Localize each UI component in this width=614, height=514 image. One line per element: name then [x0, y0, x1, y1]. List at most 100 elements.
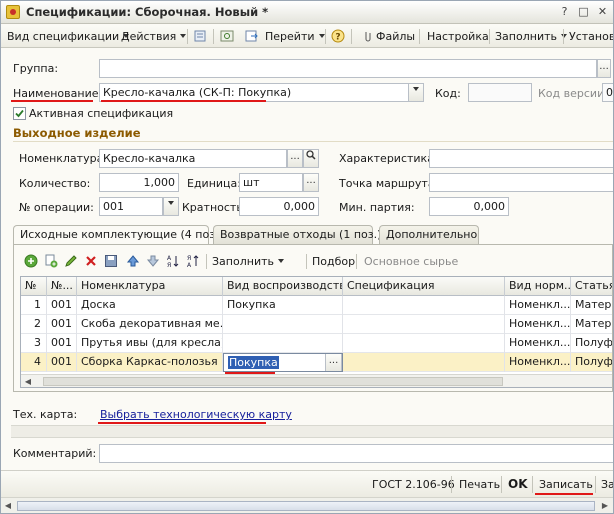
- col-header-item[interactable]: Статья: [571, 277, 612, 296]
- version-label: Код версии:: [538, 87, 608, 100]
- operation-field[interactable]: 001: [99, 197, 163, 216]
- tab-returnable-waste[interactable]: Возвратные отходы (1 поз.): [213, 225, 381, 245]
- col-header-kind[interactable]: Вид воспроизводства: [223, 277, 343, 296]
- code-label: Код:: [435, 87, 461, 100]
- delete-icon[interactable]: [84, 254, 98, 268]
- bottom-separator: [501, 476, 502, 493]
- splitter-bar[interactable]: [11, 425, 613, 438]
- toolbar-separator: [187, 29, 188, 44]
- cell-spec: [343, 334, 505, 353]
- scroll-left-icon[interactable]: ◀: [21, 375, 35, 387]
- cell-kind-selected-text[interactable]: Покупка: [228, 356, 279, 369]
- goto-icon[interactable]: [245, 29, 259, 43]
- multiplicity-field[interactable]: 0,000: [239, 197, 319, 216]
- close-button[interactable]: За: [601, 477, 613, 492]
- cell-kind-editor[interactable]: Покупка ...: [223, 353, 343, 372]
- group-select-button[interactable]: ...: [597, 59, 611, 78]
- nomenclature-open-button[interactable]: [303, 149, 319, 168]
- fill-menu[interactable]: Заполнить: [495, 29, 567, 44]
- select-techcard-link[interactable]: Выбрать технологическую карту: [100, 408, 292, 421]
- ok-button[interactable]: OK: [508, 477, 528, 492]
- cell-norm: Номенкл...: [505, 353, 571, 372]
- characteristic-field[interactable]: [429, 149, 613, 168]
- col-header-operation[interactable]: №...: [47, 277, 77, 296]
- title-bar: Спецификации: Сборочная. Новый * ? □ ✕: [1, 1, 613, 24]
- gost-button[interactable]: ГОСТ 2.106-96: [372, 477, 455, 492]
- copy-add-icon[interactable]: [44, 254, 58, 268]
- selection-button[interactable]: Подбор: [312, 254, 355, 269]
- operation-dropdown-button[interactable]: [163, 197, 179, 216]
- col-header-norm[interactable]: Вид норм...: [505, 277, 571, 296]
- window-title: Спецификации: Сборочная. Новый *: [26, 5, 269, 19]
- add-icon[interactable]: [24, 254, 38, 268]
- view-spec-menu[interactable]: Вид спецификации: [7, 29, 129, 44]
- table-row[interactable]: 3 001 Прутья ивы (для кресла) Номенкл...…: [21, 334, 612, 353]
- save-button[interactable]: Записать: [539, 477, 593, 492]
- tab-source-components[interactable]: Исходные комплектующие (4 поз.): [13, 225, 223, 246]
- install-button[interactable]: Установ: [569, 29, 613, 44]
- svg-text:A: A: [167, 255, 172, 262]
- goto-menu[interactable]: Перейти: [265, 29, 325, 44]
- bottom-bar: ГОСТ 2.106-96 Печать OK Записать За: [1, 470, 613, 497]
- cell-item: Матери: [571, 296, 612, 315]
- route-field[interactable]: [429, 173, 613, 192]
- actions-menu[interactable]: Действия: [121, 29, 186, 44]
- edit-pencil-icon[interactable]: [64, 254, 78, 268]
- window-horizontal-scrollbar[interactable]: ◀ ▶: [1, 497, 613, 513]
- help-circle-icon[interactable]: ?: [331, 29, 345, 43]
- minbatch-field[interactable]: 0,000: [429, 197, 509, 216]
- table-row[interactable]: 2 001 Скоба декоративная ме... Номенкл..…: [21, 315, 612, 334]
- quantity-field[interactable]: 1,000: [99, 173, 179, 192]
- bottom-separator: [532, 476, 533, 493]
- unit-select-button[interactable]: ...: [303, 173, 319, 192]
- group-field[interactable]: [99, 59, 597, 78]
- move-up-icon[interactable]: [126, 254, 140, 268]
- cell-spec: [343, 296, 505, 315]
- table-row[interactable]: 1 001 Доска Покупка Номенкл... Матери: [21, 296, 612, 315]
- maximize-icon[interactable]: □: [576, 5, 591, 19]
- bottom-separator: [451, 476, 452, 493]
- refresh-icon[interactable]: [220, 29, 234, 43]
- move-down-icon[interactable]: [146, 254, 160, 268]
- files-button[interactable]: Файлы: [376, 29, 415, 44]
- cell-operation: 001: [47, 315, 77, 334]
- col-header-nomenclature[interactable]: Номенклатура: [77, 277, 223, 296]
- grid-fill-menu[interactable]: Заполнить: [212, 254, 284, 269]
- col-header-num[interactable]: №: [21, 277, 47, 296]
- unit-field[interactable]: шт: [239, 173, 303, 192]
- name-dropdown-button[interactable]: [408, 83, 424, 102]
- section-divider: [13, 141, 613, 142]
- scroll-thumb[interactable]: [43, 377, 503, 386]
- save-disk-icon[interactable]: [104, 254, 118, 268]
- table-row-selected[interactable]: 4 001 Сборка Каркас-полозья Покупка ... …: [21, 353, 612, 372]
- close-icon[interactable]: ✕: [595, 5, 610, 19]
- sort-asc-icon[interactable]: AЯ: [166, 254, 180, 268]
- code-field[interactable]: [468, 83, 532, 102]
- cell-kind-select-button[interactable]: ...: [325, 354, 342, 371]
- toolbar-separator: [325, 29, 326, 44]
- tab-additional[interactable]: Дополнительно: [379, 225, 479, 245]
- cell-norm: Номенкл...: [505, 296, 571, 315]
- window-scroll-thumb[interactable]: [17, 501, 595, 511]
- techcard-label: Тех. карта:: [13, 408, 78, 421]
- sort-desc-icon[interactable]: ЯA: [186, 254, 200, 268]
- settings-button[interactable]: Настройка: [427, 29, 489, 44]
- table-horizontal-scrollbar[interactable]: ◀: [21, 374, 612, 387]
- nomenclature-select-button[interactable]: ...: [287, 149, 303, 168]
- name-value-underline: [101, 100, 266, 102]
- cell-spec: [343, 353, 505, 372]
- svg-text:Я: Я: [187, 255, 191, 262]
- col-header-spec[interactable]: Спецификация: [343, 277, 505, 296]
- comment-field[interactable]: [99, 444, 613, 463]
- cell-kind: [223, 334, 343, 353]
- list-icon[interactable]: [193, 29, 207, 43]
- scroll-right-icon[interactable]: ▶: [598, 499, 612, 513]
- cell-item: Полуфа: [571, 353, 612, 372]
- help-icon[interactable]: ?: [557, 5, 572, 19]
- version-field[interactable]: 0: [602, 83, 613, 102]
- main-raw-button[interactable]: Основное сырье: [364, 254, 458, 269]
- print-button[interactable]: Печать: [459, 477, 500, 492]
- scroll-left-icon[interactable]: ◀: [1, 499, 15, 513]
- active-checkbox[interactable]: [13, 107, 26, 120]
- nomenclature-field[interactable]: Кресло-качалка: [99, 149, 287, 168]
